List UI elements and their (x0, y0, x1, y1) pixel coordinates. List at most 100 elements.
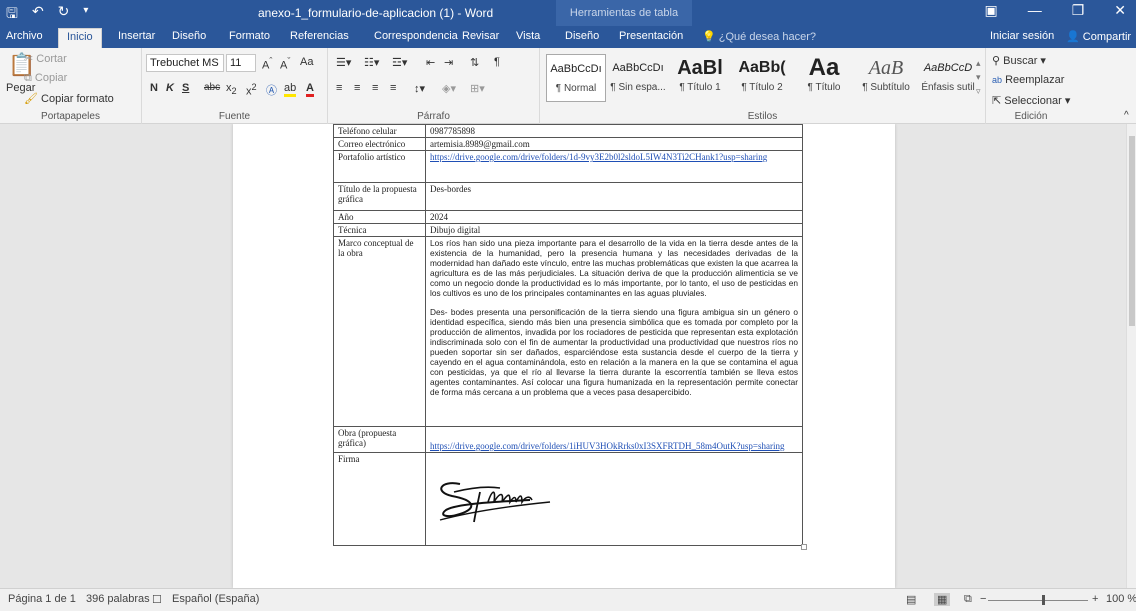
replace-button[interactable]: ab Reemplazar (992, 74, 1064, 86)
font-name-select[interactable]: Trebuchet MS (146, 54, 224, 72)
row-value[interactable]: artemisia.8989@gmail.com (425, 137, 803, 151)
decrease-indent-icon[interactable]: ⇤ (426, 56, 435, 69)
conceptual-framework-text[interactable]: Los ríos han sido una pieza importante p… (425, 236, 803, 427)
row-label[interactable]: Teléfono celular (333, 124, 426, 138)
shrink-font-button[interactable]: Aˇ (280, 56, 290, 72)
underline-button[interactable]: S (182, 82, 189, 94)
customize-icon[interactable]: ▾ (83, 3, 88, 27)
align-left-icon[interactable]: ≡ (336, 82, 342, 94)
style-normal[interactable]: AaBbCcDı ¶ Normal (546, 54, 606, 102)
align-center-icon[interactable]: ≡ (354, 82, 360, 94)
highlight-icon[interactable]: ab (284, 82, 297, 97)
style-subtitle[interactable]: AaB ¶ Subtítulo (856, 54, 916, 102)
tab-vista[interactable]: Vista (516, 30, 540, 42)
multilevel-list-icon[interactable]: ☲▾ (392, 56, 407, 69)
zoom-in-icon[interactable]: + (1092, 593, 1098, 605)
proofing-icon[interactable]: ☐ (152, 593, 162, 606)
bullets-icon[interactable]: ☰▾ (336, 56, 351, 69)
word-count[interactable]: 396 palabras (86, 593, 150, 605)
print-layout-icon[interactable]: ▦ (934, 593, 951, 606)
align-right-icon[interactable]: ≡ (372, 82, 378, 94)
collapse-ribbon-icon[interactable]: ^ (1124, 110, 1129, 121)
tab-archivo[interactable]: Archivo (6, 30, 43, 42)
minimize-icon[interactable]: — (1028, 2, 1042, 19)
signature-cell[interactable] (425, 452, 803, 546)
justify-icon[interactable]: ≡ (390, 82, 396, 94)
line-spacing-icon[interactable]: ↕▾ (414, 82, 425, 95)
text-effects-icon[interactable]: Ⓐ (266, 82, 277, 98)
zoom-out-icon[interactable]: − (980, 593, 986, 605)
style-heading-2[interactable]: AaBb( ¶ Título 2 (732, 54, 792, 102)
shading-icon[interactable]: ◈▾ (442, 82, 456, 95)
tab-diseno[interactable]: Diseño (172, 30, 206, 42)
restore-icon[interactable]: ❐ (1072, 2, 1085, 19)
undo-icon[interactable]: ↶ (32, 3, 44, 27)
save-icon[interactable]: 🖫 (6, 3, 18, 27)
row-value[interactable]: Des-bordes (425, 182, 803, 211)
share-button[interactable]: 👤 Compartir (1066, 30, 1131, 43)
zoom-slider[interactable] (988, 600, 1088, 601)
change-case-button[interactable]: Aa (300, 56, 313, 68)
tell-me-search[interactable]: 💡 ¿Qué desea hacer? (702, 30, 816, 43)
row-value[interactable]: 0987785898 (425, 124, 803, 138)
artwork-link[interactable]: https://drive.google.com/drive/folders/1… (430, 441, 785, 451)
tab-presentacion[interactable]: Presentación (619, 30, 683, 42)
zoom-slider-knob[interactable] (1042, 595, 1045, 605)
web-layout-icon[interactable]: ⧉ (964, 593, 972, 606)
style-subtle-emphasis[interactable]: AaBbCcD Énfasis sutil (918, 54, 978, 102)
sign-in-link[interactable]: Iniciar sesión (990, 30, 1054, 42)
page-count[interactable]: Página 1 de 1 (8, 593, 76, 605)
sort-icon[interactable]: ⇅ (470, 56, 479, 69)
font-size-select[interactable]: 11 (226, 54, 256, 72)
row-label[interactable]: Portafolio artístico (333, 150, 426, 183)
superscript-button[interactable]: x2 (246, 82, 257, 98)
zoom-level[interactable]: 100 % (1106, 593, 1136, 605)
scrollbar-thumb[interactable] (1129, 136, 1135, 326)
tab-diseno-tabla[interactable]: Diseño (565, 30, 599, 42)
vertical-scrollbar[interactable] (1126, 124, 1136, 588)
language[interactable]: Español (España) (172, 593, 259, 605)
row-label[interactable]: Obra (propuesta gráfica) (333, 426, 426, 453)
borders-icon[interactable]: ⊞▾ (470, 82, 485, 95)
tab-formato[interactable]: Formato (229, 30, 270, 42)
row-label[interactable]: Marco conceptual de la obra (333, 236, 426, 427)
subscript-button[interactable]: x2 (226, 82, 237, 96)
read-mode-icon[interactable]: ▤ (906, 593, 916, 606)
select-button[interactable]: ⇱ Seleccionar ▾ (992, 94, 1070, 107)
font-color-icon[interactable]: A (306, 82, 314, 97)
row-label[interactable]: Año (333, 210, 426, 224)
close-icon[interactable]: ✕ (1114, 2, 1126, 19)
tab-inicio[interactable]: Inicio (58, 28, 102, 48)
row-label[interactable]: Título de la propuesta gráfica (333, 182, 426, 211)
grow-font-button[interactable]: Aˆ (262, 56, 272, 72)
format-painter-button[interactable]: 🖌 Copiar formato (24, 92, 114, 105)
style-no-spacing[interactable]: AaBbCcDı ¶ Sin espa... (608, 54, 668, 102)
row-value[interactable]: https://drive.google.com/drive/folders/1… (425, 150, 803, 183)
tab-revisar[interactable]: Revisar (462, 30, 499, 42)
row-value[interactable]: 2024 (425, 210, 803, 224)
italic-button[interactable]: K (166, 82, 174, 94)
styles-scroll-icon[interactable]: ▴ ▾ ▿ (976, 56, 981, 98)
copy-button[interactable]: ⧉ Copiar (24, 72, 67, 85)
find-button[interactable]: ⚲ Buscar ▾ (992, 54, 1046, 67)
redo-icon[interactable]: ↻ (58, 3, 70, 27)
increase-indent-icon[interactable]: ⇥ (444, 56, 453, 69)
ribbon-display-icon[interactable]: ▣ (984, 2, 997, 19)
portfolio-link[interactable]: https://drive.google.com/drive/folders/1… (430, 152, 767, 162)
row-label[interactable]: Técnica (333, 223, 426, 237)
row-value[interactable]: https://drive.google.com/drive/folders/1… (425, 426, 803, 453)
show-marks-icon[interactable]: ¶ (494, 56, 500, 68)
style-heading-1[interactable]: AaBl ¶ Título 1 (670, 54, 730, 102)
row-label[interactable]: Firma (333, 452, 426, 546)
tab-referencias[interactable]: Referencias (290, 30, 349, 42)
tab-insertar[interactable]: Insertar (118, 30, 155, 42)
bold-button[interactable]: N (150, 82, 158, 94)
row-value[interactable]: Dibujo digital (425, 223, 803, 237)
row-label[interactable]: Correo electrónico (333, 137, 426, 151)
strikethrough-button[interactable]: abc (204, 82, 220, 93)
numbering-icon[interactable]: ☷▾ (364, 56, 379, 69)
table-resize-handle[interactable] (801, 544, 807, 550)
cut-button[interactable]: ✂ Cortar (24, 52, 67, 65)
tab-correspondencia[interactable]: Correspondencia (374, 30, 458, 42)
style-title[interactable]: Aa ¶ Título (794, 54, 854, 102)
